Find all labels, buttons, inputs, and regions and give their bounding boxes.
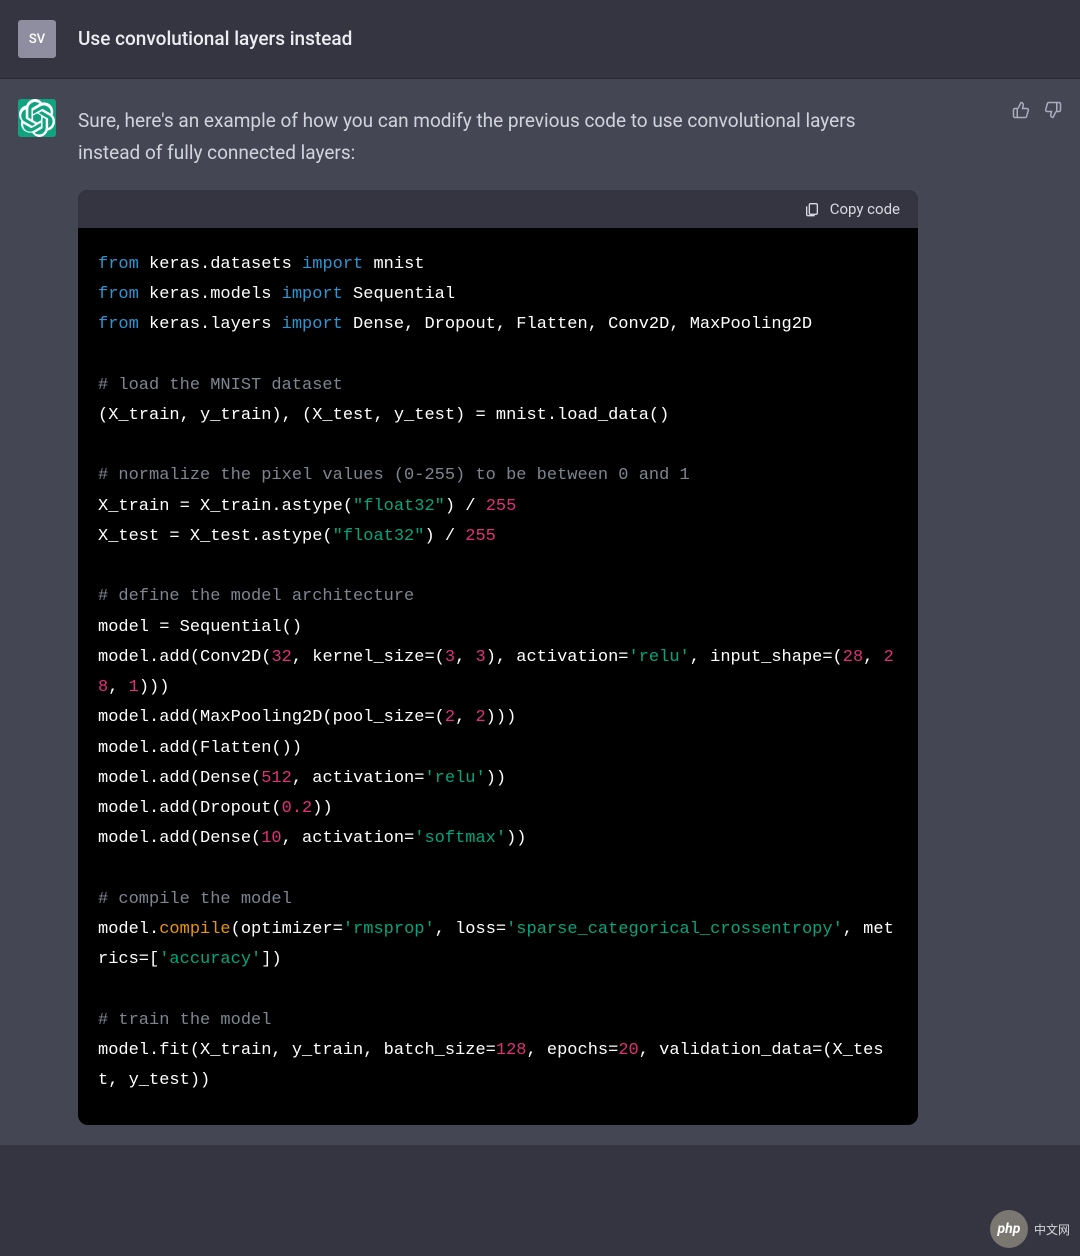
clipboard-icon[interactable] bbox=[804, 201, 820, 217]
assistant-message-content: Sure, here's an example of how you can m… bbox=[78, 99, 960, 1125]
openai-logo-icon bbox=[18, 99, 56, 137]
code-header: Copy code bbox=[78, 190, 918, 228]
php-logo-icon: php bbox=[990, 1210, 1028, 1248]
assistant-avatar bbox=[18, 99, 56, 137]
code-block: Copy code from keras.datasets import mni… bbox=[78, 190, 918, 1125]
user-message-text: Use convolutional layers instead bbox=[78, 26, 1062, 53]
thumbs-up-icon[interactable] bbox=[1012, 101, 1030, 119]
user-message-content: Use convolutional layers instead bbox=[78, 20, 1062, 53]
assistant-message-row: Sure, here's an example of how you can m… bbox=[0, 79, 1080, 1145]
thumbs-down-icon[interactable] bbox=[1044, 101, 1062, 119]
user-message-row: SV Use convolutional layers instead bbox=[0, 0, 1080, 79]
copy-code-button[interactable]: Copy code bbox=[830, 200, 900, 218]
code-content[interactable]: from keras.datasets import mnist from ke… bbox=[78, 228, 918, 1125]
assistant-intro-text: Sure, here's an example of how you can m… bbox=[78, 105, 878, 170]
user-avatar: SV bbox=[18, 20, 56, 58]
watermark: php 中文网 bbox=[990, 1210, 1070, 1248]
watermark-text: 中文网 bbox=[1034, 1221, 1070, 1238]
feedback-buttons bbox=[1012, 101, 1062, 119]
